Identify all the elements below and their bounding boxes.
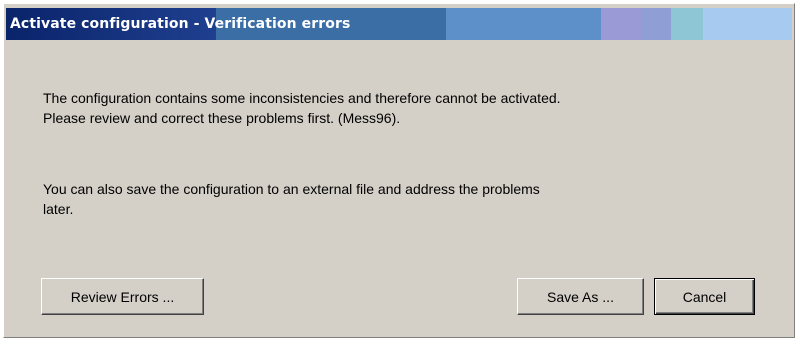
message-line-4: later. xyxy=(43,201,74,217)
dialog-title: Activate configuration - Verification er… xyxy=(10,16,351,32)
message-line-2: Please review and correct these problems… xyxy=(43,110,401,126)
title-bar-segment xyxy=(703,8,792,40)
title-bar[interactable]: Activate configuration - Verification er… xyxy=(6,8,792,40)
review-errors-button[interactable]: Review Errors ... xyxy=(41,278,204,315)
message-line-1: The configuration contains some inconsis… xyxy=(43,90,561,106)
title-bar-segment xyxy=(671,8,703,40)
cancel-button[interactable]: Cancel xyxy=(654,278,755,315)
save-as-button[interactable]: Save As ... xyxy=(517,278,644,315)
message-line-3: You can also save the configuration to a… xyxy=(43,181,540,197)
title-bar-segment xyxy=(446,8,601,40)
title-bar-segment xyxy=(601,8,641,40)
title-bar-segment xyxy=(641,8,671,40)
